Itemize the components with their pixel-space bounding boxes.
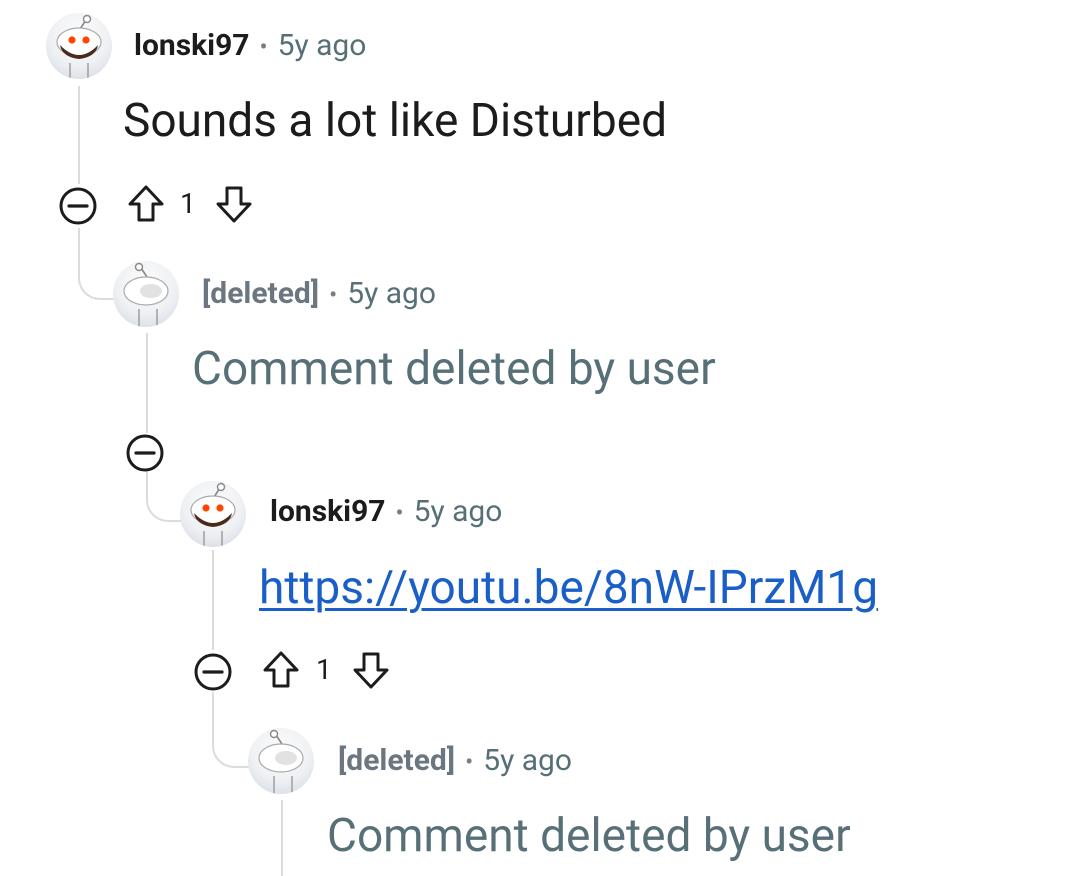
deleted-user-avatar (113, 261, 179, 327)
meta-separator: • (395, 499, 404, 527)
minus-circle-icon[interactable] (191, 650, 235, 694)
vote-score: 1 (316, 653, 332, 686)
comment-author: [deleted] (338, 743, 456, 778)
snoo-avatar-icon (258, 729, 304, 794)
comment-timestamp: 5y ago (413, 494, 503, 529)
minus-circle-icon[interactable] (56, 184, 100, 228)
snoo-avatar-icon (123, 262, 169, 327)
thread-connector (78, 228, 118, 300)
comment-timestamp: 5y ago (277, 28, 367, 63)
meta-separator: • (329, 281, 338, 309)
thread-line (146, 333, 148, 433)
downvote-icon[interactable] (214, 182, 254, 226)
comment-timestamp: 5y ago (347, 276, 436, 311)
thread-line (212, 550, 214, 650)
comment-body: Sounds a lot like Disturbed (123, 94, 668, 148)
thread-line (281, 800, 283, 876)
meta-separator: • (259, 33, 268, 61)
comment-meta: lonski97 • 5y ago (270, 494, 502, 531)
user-avatar[interactable] (180, 481, 246, 547)
snoo-avatar-icon (56, 14, 102, 79)
comment-body: Comment deleted by user (327, 809, 851, 863)
thread-line (78, 86, 80, 184)
deleted-user-avatar (248, 728, 314, 794)
snoo-avatar-icon (190, 482, 236, 547)
meta-separator: • (465, 748, 474, 776)
comment-body: Comment deleted by user (192, 342, 716, 396)
comment-timestamp: 5y ago (483, 743, 572, 778)
user-avatar[interactable] (46, 13, 112, 79)
upvote-icon[interactable] (126, 182, 166, 226)
minus-circle-icon[interactable] (123, 431, 167, 475)
thread-connector (212, 692, 252, 768)
comment-link[interactable]: https://youtu.be/8nW-IPrzM1g (259, 560, 878, 616)
comment-meta: [deleted] • 5y ago (202, 276, 436, 313)
comment-meta: lonski97 • 5y ago (134, 28, 366, 65)
comment-author: [deleted] (202, 276, 320, 311)
downvote-icon[interactable] (351, 648, 391, 692)
vote-score: 1 (180, 187, 196, 220)
comment-author[interactable]: lonski97 (134, 28, 250, 63)
comment-meta: [deleted] • 5y ago (338, 743, 572, 780)
upvote-icon[interactable] (261, 648, 301, 692)
comment-author[interactable]: lonski97 (270, 494, 386, 529)
